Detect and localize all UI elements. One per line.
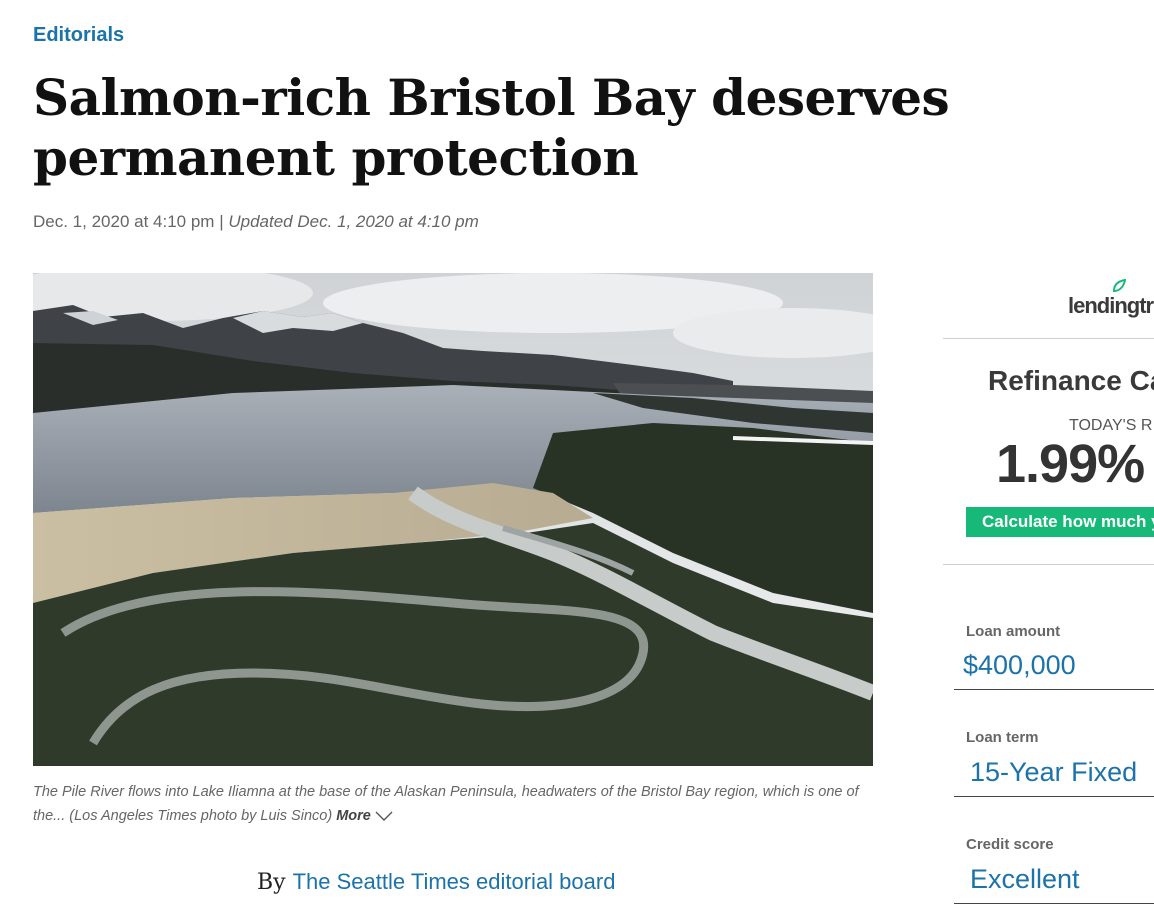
ad-logo-text: lendingtr	[1068, 293, 1154, 318]
loan-term-select[interactable]: 15-Year Fixed	[970, 757, 1137, 788]
article-dateline: Dec. 1, 2020 at 4:10 pm | Updated Dec. 1…	[33, 212, 479, 232]
photo-caption: The Pile River flows into Lake Iliamna a…	[33, 780, 878, 828]
ad-title: Refinance Ca	[988, 365, 1154, 396]
caption-more-label[interactable]: More	[336, 808, 371, 824]
caption-text: The Pile River flows into Lake Iliamna a…	[33, 784, 859, 824]
author-link[interactable]: The Seattle Times editorial board	[293, 869, 616, 894]
refinance-ad[interactable]: lendingtr Refinance Ca TODAY'S R 1.99% C…	[943, 273, 1154, 922]
credit-score-label: Credit score	[966, 836, 1054, 853]
loan-amount-label: Loan amount	[966, 623, 1061, 640]
article-byline: By The Seattle Times editorial board	[257, 869, 615, 895]
published-date: Dec. 1, 2020 at 4:10 pm	[33, 212, 215, 231]
ad-rate: 1.99%	[996, 434, 1145, 494]
leaf-icon	[1112, 279, 1126, 293]
loan-amount-underline	[954, 689, 1154, 690]
caption-more-link[interactable]: More	[336, 808, 393, 824]
calculate-button[interactable]: Calculate how much y	[966, 507, 1154, 537]
ad-divider-mid	[943, 564, 1154, 565]
lead-photo[interactable]	[33, 273, 873, 766]
date-separator: |	[219, 212, 224, 231]
section-link-editorials[interactable]: Editorials	[33, 24, 124, 47]
loan-term-label: Loan term	[966, 729, 1039, 746]
credit-score-underline	[954, 903, 1154, 904]
loan-term-underline	[954, 796, 1154, 797]
ad-divider-top	[943, 338, 1154, 339]
loan-amount-field[interactable]: $400,000	[963, 650, 1076, 681]
article-headline: Salmon-rich Bristol Bay deserves permane…	[33, 68, 950, 187]
lendingtree-logo[interactable]: lendingtr	[1068, 279, 1154, 319]
chevron-down-icon[interactable]	[375, 811, 393, 822]
credit-score-select[interactable]: Excellent	[970, 864, 1080, 895]
updated-date: Updated Dec. 1, 2020 at 4:10 pm	[228, 212, 479, 231]
byline-prefix: By	[257, 870, 286, 895]
